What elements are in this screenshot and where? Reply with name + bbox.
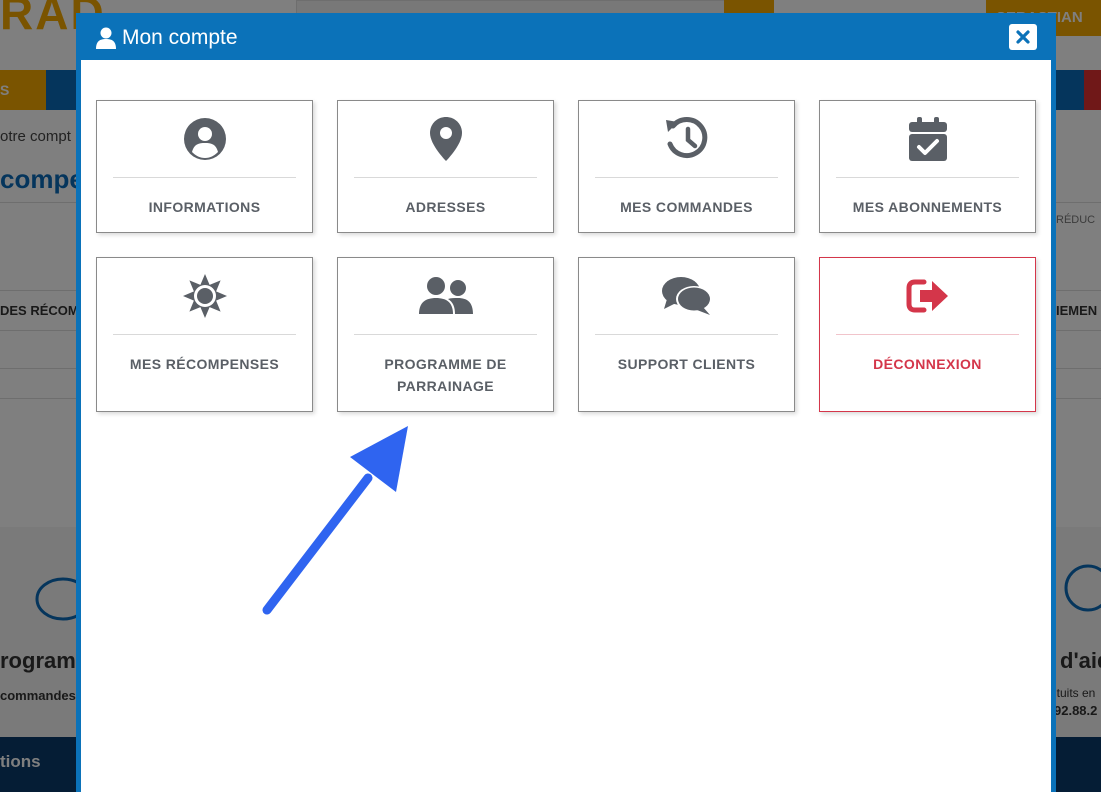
annotation-arrow — [262, 426, 408, 615]
